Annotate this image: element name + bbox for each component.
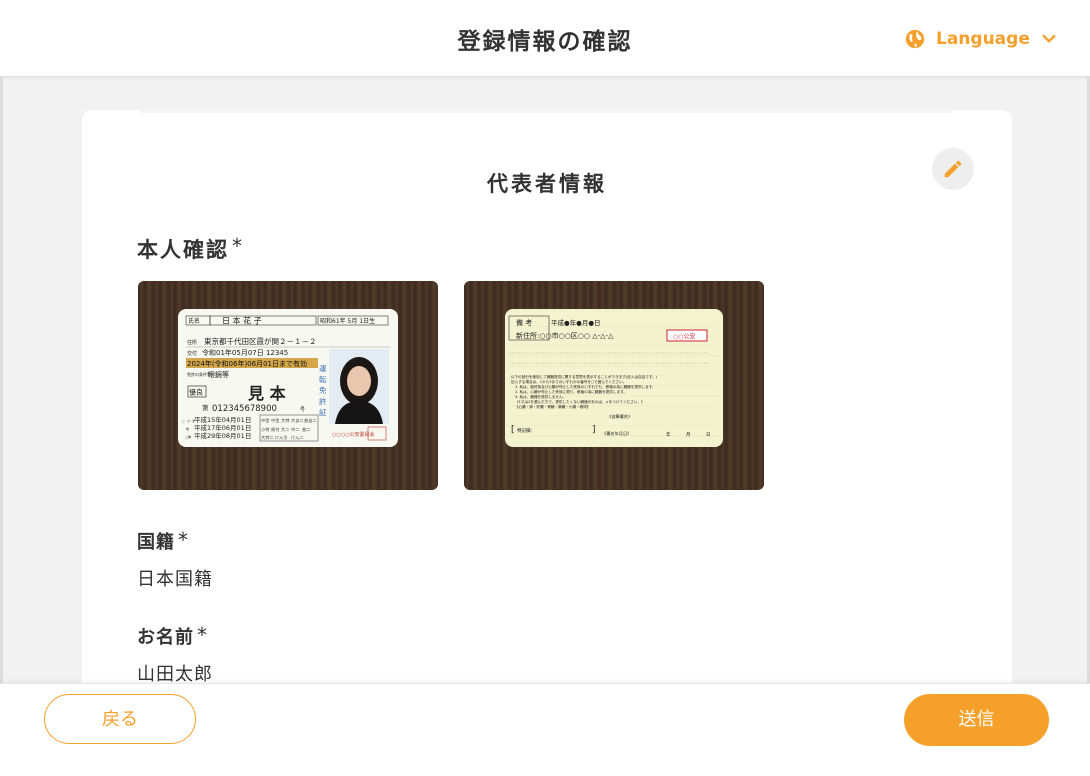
- front-condition: 眼鏡等: [208, 370, 229, 379]
- front-date-label-1: 二・小・原: [182, 419, 195, 423]
- back-note-7: 【心臓・肺・肝臓・腎臓・膵臓・小腸・眼球】: [515, 404, 590, 409]
- back-note-3: 1. 私は、脳死後及び心臓が停止した死後のいずれでも、移植の為に臓器を提供します…: [515, 384, 656, 389]
- front-date-label-2: 他: [186, 426, 189, 431]
- back-remarks-date: 平成●年●月●日: [551, 318, 601, 327]
- language-label: Language: [936, 29, 1030, 49]
- identity-heading: 本人確認 *: [137, 234, 244, 264]
- svg-text:[: [: [511, 425, 515, 435]
- front-category-1: 中型: [261, 417, 269, 424]
- front-category-10: 普二: [302, 426, 310, 433]
- name-label: お名前 *: [137, 623, 208, 649]
- id-front-photo[interactable]: 氏名 日 本 花 子 昭和61年 5月 1日生 住所 東京都千代田区霞が関２－１…: [138, 281, 438, 490]
- front-holder-name: 日 本 花 子: [222, 316, 262, 326]
- back-signature-date-label: 《署名年月日》: [602, 430, 631, 437]
- back-date-year: 年: [666, 431, 671, 438]
- pencil-icon: [944, 160, 962, 178]
- license-back-card: 備 考 平成●年●月●日 新住所:○○市○○区○○ △-△-△ ○○公安 以下の…: [505, 309, 723, 447]
- back-note-2: 記入する場合は、1から3までのいずれかの番号を○で囲んでください。: [511, 379, 626, 384]
- front-address: 東京都千代田区霞が関２－１－２: [204, 336, 317, 346]
- identity-heading-text: 本人確認: [137, 238, 229, 262]
- front-birth: 昭和61年 5月 1日生: [320, 317, 375, 325]
- front-category-12: けん引: [275, 434, 288, 441]
- nationality-label: 国籍 *: [137, 528, 189, 554]
- front-category-4: 大自二: [291, 417, 304, 424]
- front-number-label: 第: [202, 403, 209, 412]
- front-excellent: 優良: [189, 388, 203, 397]
- front-category-3: 大特: [281, 417, 289, 424]
- name-required-mark: *: [197, 623, 208, 647]
- front-name-label: 氏名: [188, 317, 200, 325]
- front-address-label: 住所: [187, 339, 197, 346]
- back-note-5: 3. 私は、臓器を提供しません。: [515, 394, 566, 399]
- back-stamp: ○○公安: [673, 333, 695, 341]
- front-vertical-title: 運 転 免 許 証: [319, 364, 327, 417]
- language-selector[interactable]: Language: [904, 26, 1058, 52]
- edit-button[interactable]: [932, 148, 974, 190]
- svg-text:証: 証: [319, 407, 327, 417]
- back-note-1: 以下の部分を使用して臓器提供に関する意思を表示することができます(記入は自由です…: [511, 374, 658, 379]
- submit-button[interactable]: 送信: [904, 694, 1049, 746]
- back-remarks-label: 備 考: [516, 318, 532, 327]
- nationality-label-text: 国籍: [137, 532, 175, 553]
- front-validity: 2024年(令和06年)06月01日まで有効: [187, 359, 307, 368]
- front-date-2: 平成17年06月01日: [194, 423, 251, 432]
- front-number: 012345678900: [212, 404, 277, 414]
- front-category-7: 原付: [271, 426, 279, 433]
- nationality-required-mark: *: [178, 528, 189, 552]
- front-date-label-3: 二種: [185, 434, 191, 439]
- confirmation-card: 代表者情報 本人確認 * 氏名 日 本 花 子 昭和61年 5月 1日生 住所 東…: [82, 110, 1012, 750]
- front-category-9: 中二: [291, 426, 299, 433]
- name-label-text: お名前: [137, 627, 194, 648]
- front-issue-label: 交付: [187, 350, 197, 357]
- front-issue: 令和01年05月07日 12345: [202, 348, 288, 357]
- license-portrait: [329, 349, 389, 424]
- front-category-8: 大二: [281, 426, 289, 433]
- back-button[interactable]: 戻る: [44, 694, 196, 744]
- id-back-photo[interactable]: 備 考 平成●年●月●日 新住所:○○市○○区○○ △-△-△ ○○公安 以下の…: [464, 281, 764, 490]
- nationality-value: 日本国籍: [137, 569, 213, 590]
- footer-bar: 戻る 送信: [0, 683, 1090, 776]
- back-note-6: 《1又は2を選んだ方で、提供したくない臓器があれば、×をつけてください。》: [515, 399, 645, 404]
- front-category-5: 普自二: [304, 417, 317, 424]
- back-signature-label: 《自筆署名》: [607, 413, 632, 420]
- globe-icon: [905, 29, 925, 49]
- license-front-card: 氏名 日 本 花 子 昭和61年 5月 1日生 住所 東京都千代田区霞が関２－１…: [178, 309, 398, 447]
- front-sample: 見 本: [247, 384, 286, 403]
- front-category-6: 小特: [261, 426, 269, 433]
- back-date-day: 日: [706, 432, 711, 438]
- svg-text:免: 免: [319, 385, 327, 395]
- front-number-suffix: 号: [300, 407, 305, 413]
- front-category-2: 中型: [271, 417, 279, 424]
- svg-text:]: ]: [592, 425, 596, 435]
- app-header: 登録情報の確認 Language: [0, 0, 1090, 77]
- back-new-address: 新住所:○○市○○区○○ △-△-△: [516, 331, 614, 340]
- card-top-divider: [140, 110, 952, 113]
- left-divider: [0, 77, 3, 683]
- section-title: 代表者情報: [487, 172, 607, 196]
- front-date-1: 平成15年04月01日: [194, 415, 251, 424]
- front-category-11: 大特二: [261, 434, 274, 441]
- back-date-month: 月: [686, 432, 691, 438]
- svg-text:許: 許: [319, 396, 327, 406]
- svg-text:転: 転: [319, 375, 327, 384]
- back-note-4: 2. 私は、心臓が停止した死後に限り、移植の為に臓器を提供します。: [515, 389, 627, 394]
- front-date-3: 平成29年08月01日: [194, 431, 251, 440]
- svg-text:運: 運: [319, 364, 327, 373]
- required-mark: *: [232, 234, 244, 258]
- chevron-down-icon: [1042, 34, 1056, 43]
- back-special-label: 特記欄：: [517, 427, 535, 434]
